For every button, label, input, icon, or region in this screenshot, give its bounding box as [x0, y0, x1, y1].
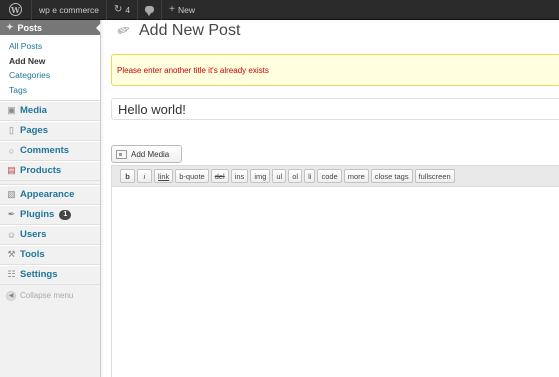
page-header: ✐ Add New Post: [113, 21, 241, 42]
menu-products[interactable]: ▤ Products: [0, 160, 100, 181]
menu-settings[interactable]: ☷ Settings: [0, 264, 100, 285]
error-notice-text: Please enter another title it's already …: [117, 65, 269, 75]
quicktags-toolbar: b i link b-quote del ins img ul ol li co…: [111, 165, 559, 186]
qt-ins-button[interactable]: ins: [230, 169, 249, 183]
media-icon: [116, 149, 127, 159]
pages-icon: ▯: [9, 125, 14, 136]
media-icon: ▣: [7, 105, 16, 116]
qt-blockquote-button[interactable]: b-quote: [175, 169, 209, 183]
qt-fullscreen-button[interactable]: fullscreen: [414, 169, 455, 183]
menu-comments[interactable]: ○ Comments: [0, 140, 100, 161]
add-media-label: Add Media: [131, 149, 170, 159]
comments-icon: ○: [8, 145, 15, 156]
main-content: ✐ Add New Post Please enter another titl…: [101, 20, 559, 377]
admin-bar: W wp e commerce ↻ 4 + New: [0, 0, 559, 20]
menu-comments-label: Comments: [20, 145, 70, 157]
updates-link[interactable]: ↻ 4: [107, 0, 139, 20]
qt-li-button[interactable]: li: [304, 169, 316, 183]
qt-ol-button[interactable]: ol: [288, 169, 303, 183]
wp-logo-menu[interactable]: W: [0, 0, 32, 20]
settings-icon: ☷: [7, 269, 16, 280]
site-name-label: wp e commerce: [39, 4, 99, 15]
menu-appearance[interactable]: ▧ Appearance: [0, 184, 100, 205]
posts-submenu: All Posts Add New Categories Tags: [0, 35, 100, 101]
collapse-menu-button[interactable]: ◀ Collapse menu: [0, 285, 100, 307]
menu-pages-label: Pages: [20, 125, 48, 137]
submenu-all-posts[interactable]: All Posts: [0, 39, 100, 54]
add-media-button[interactable]: Add Media: [111, 145, 182, 163]
collapse-arrow-icon: ◀: [6, 290, 16, 301]
page-title: Add New Post: [139, 22, 241, 39]
menu-products-label: Products: [20, 165, 62, 177]
qt-close-tags-button[interactable]: close tags: [370, 169, 413, 183]
menu-users[interactable]: ☺ Users: [0, 224, 100, 245]
pushpin-icon: ✐: [113, 21, 133, 42]
menu-plugins[interactable]: ✒ Plugins 1: [0, 204, 100, 225]
submenu-tags[interactable]: Tags: [0, 83, 100, 98]
comment-bubble-icon: [145, 6, 155, 16]
qt-code-button[interactable]: code: [317, 169, 342, 183]
qt-more-button[interactable]: more: [343, 169, 369, 183]
content-editor-textarea[interactable]: [111, 186, 559, 377]
wordpress-logo-icon: W: [9, 3, 22, 16]
post-title-input[interactable]: [118, 101, 559, 117]
collapse-menu-label: Collapse menu: [20, 291, 74, 301]
error-notice: Please enter another title it's already …: [111, 54, 559, 86]
menu-media-label: Media: [20, 105, 47, 117]
menu-tools[interactable]: ⚒ Tools: [0, 244, 100, 265]
menu-appearance-label: Appearance: [20, 189, 75, 201]
new-label: New: [177, 4, 195, 15]
post-title-wrap: [111, 98, 559, 120]
menu-plugins-label: Plugins: [20, 209, 55, 221]
plus-icon: +: [169, 4, 175, 15]
qt-link-button[interactable]: link: [154, 169, 174, 183]
admin-sidebar: ✦ Posts All Posts Add New Categories Tag…: [0, 20, 104, 377]
users-icon: ☺: [6, 229, 17, 240]
qt-ul-button[interactable]: ul: [272, 169, 287, 183]
refresh-icon: ↻: [114, 4, 123, 15]
menu-posts[interactable]: ✦ Posts: [0, 20, 101, 35]
site-name-link[interactable]: wp e commerce: [32, 0, 107, 20]
plugins-update-badge: 1: [59, 209, 72, 220]
new-content-link[interactable]: + New: [162, 0, 202, 20]
menu-tools-label: Tools: [20, 249, 45, 261]
qt-italic-button[interactable]: i: [137, 169, 152, 183]
qt-img-button[interactable]: img: [250, 169, 271, 183]
qt-del-button[interactable]: del: [210, 169, 229, 183]
submenu-add-new[interactable]: Add New: [0, 54, 100, 69]
tools-icon: ⚒: [7, 249, 16, 260]
appearance-icon: ▧: [7, 189, 16, 200]
qt-bold-button[interactable]: b: [120, 169, 135, 183]
plugins-icon: ✒: [7, 209, 16, 220]
updates-count: 4: [125, 4, 131, 15]
menu-posts-label: Posts: [17, 22, 43, 33]
comments-link[interactable]: [138, 0, 163, 20]
menu-media[interactable]: ▣ Media: [0, 100, 100, 121]
products-icon: ▤: [7, 165, 16, 176]
menu-pages[interactable]: ▯ Pages: [0, 120, 100, 141]
submenu-categories[interactable]: Categories: [0, 68, 100, 83]
menu-settings-label: Settings: [20, 269, 58, 281]
menu-users-label: Users: [20, 229, 47, 241]
pushpin-icon: ✦: [6, 22, 14, 32]
